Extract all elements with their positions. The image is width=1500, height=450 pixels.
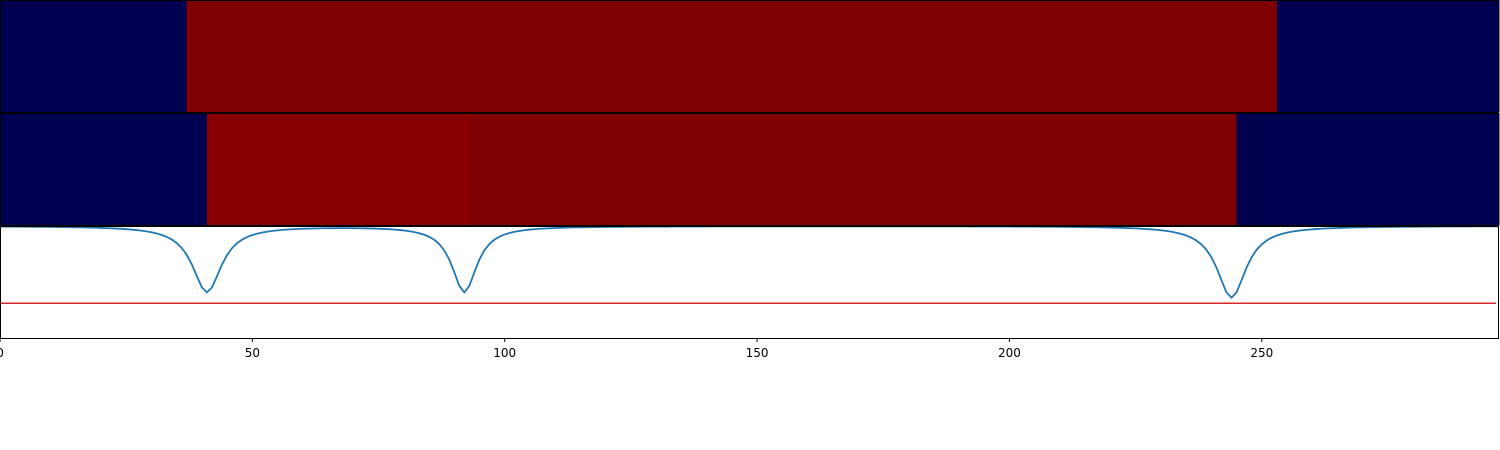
heatmap-cell-high — [186, 0, 1278, 112]
heatmap-cell-high — [469, 113, 1238, 225]
heatmap-cell-low — [1276, 0, 1500, 112]
heatmap-cell-low — [1236, 113, 1500, 225]
heatmap-cell-high_alt — [206, 113, 470, 225]
x-tick-label: 150 — [746, 346, 769, 360]
figure: 0 50 100 150 200 250 — [0, 0, 1500, 450]
x-tick-label: 100 — [493, 346, 516, 360]
x-tick-label: 250 — [1250, 346, 1273, 360]
x-tick-label: 0 — [0, 346, 4, 360]
heatmap-cell-low — [0, 113, 208, 225]
heatmap-top — [0, 0, 1500, 112]
x-tick-label: 50 — [245, 346, 260, 360]
heatmap-bottom — [0, 113, 1500, 225]
heatmap-cell-low — [0, 0, 188, 112]
x-tick-label: 200 — [998, 346, 1021, 360]
